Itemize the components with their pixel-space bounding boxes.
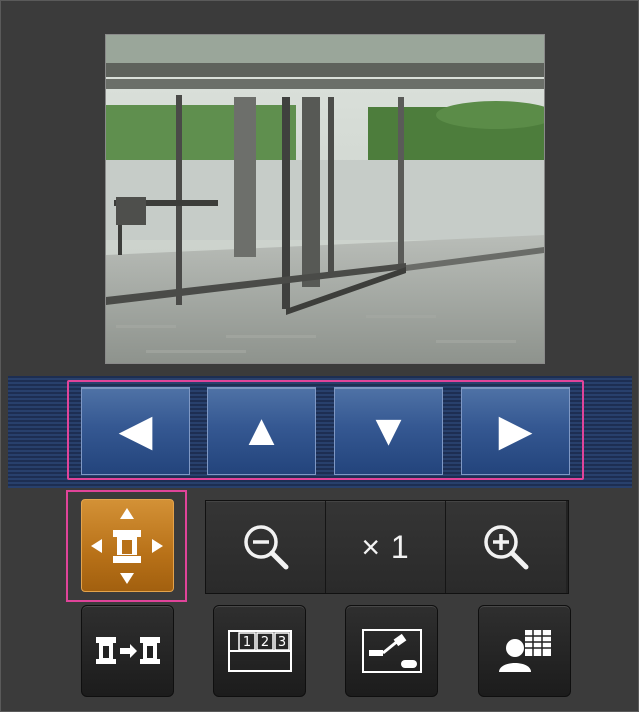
camera-live-view[interactable] — [105, 34, 545, 364]
pan-tilt-mode-icon — [91, 508, 163, 584]
user-management-icon — [498, 630, 551, 672]
preset-positions-icon: 1 2 3 — [227, 630, 292, 672]
zoom-level-display[interactable]: × 1 — [326, 501, 446, 593]
preset-number-3: 3 — [277, 635, 285, 650]
pan-tilt-mode-button[interactable] — [81, 499, 174, 592]
alarm-sensor-button[interactable] — [345, 605, 438, 697]
preset-number-1: 1 — [242, 635, 250, 650]
arrow-down-icon: ▼ — [366, 406, 411, 455]
user-management-button[interactable] — [478, 605, 571, 697]
zoom-in-icon — [484, 525, 529, 570]
preset-number-2: 2 — [260, 635, 268, 650]
arrow-right-icon: ▶ — [498, 406, 533, 455]
pan-left-button[interactable]: ◀ — [81, 387, 190, 475]
camera-switch-button[interactable] — [81, 605, 174, 697]
zoom-in-button[interactable] — [446, 501, 566, 593]
tilt-up-button[interactable]: ▲ — [207, 387, 316, 475]
arrow-left-icon: ◀ — [118, 406, 153, 455]
zoom-out-button[interactable] — [206, 501, 326, 593]
arrow-up-icon: ▲ — [239, 406, 284, 455]
alarm-sensor-icon — [361, 629, 422, 673]
tilt-down-button[interactable]: ▼ — [334, 387, 443, 475]
camera-image — [106, 35, 544, 363]
pan-right-button[interactable]: ▶ — [461, 387, 570, 475]
camera-switch-icon — [95, 637, 160, 664]
preset-positions-button[interactable]: 1 2 3 — [213, 605, 306, 697]
zoom-out-icon — [243, 525, 288, 570]
zoom-control-group: × 1 — [205, 500, 569, 594]
